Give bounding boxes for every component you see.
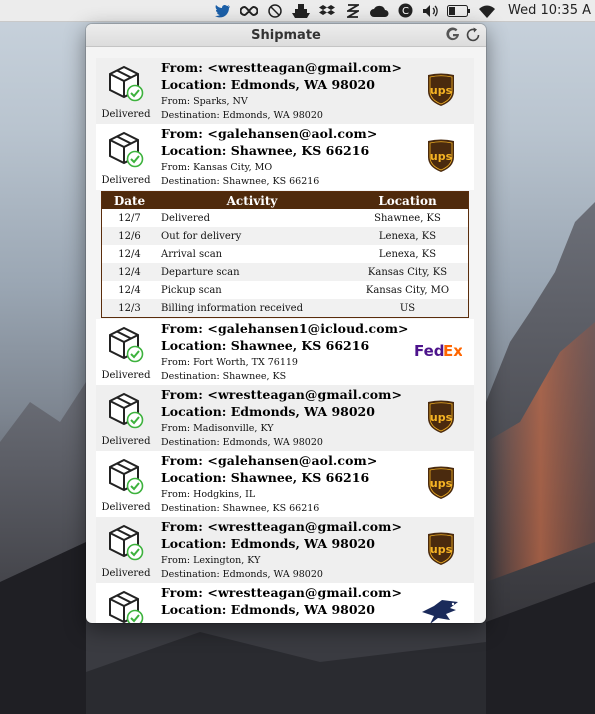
svg-text:Fed: Fed — [414, 342, 445, 360]
status-label: Delivered — [101, 436, 151, 447]
refresh-icon[interactable] — [464, 26, 482, 44]
tracking-date: 12/4 — [118, 248, 141, 260]
menubar-clock[interactable]: Wed 10:35 A — [500, 3, 595, 18]
tracking-location: US — [399, 302, 416, 314]
package-destination: Destination: Edmonds, WA 98020 — [161, 110, 323, 121]
package-status: Delivered — [96, 319, 156, 385]
delivered-box-icon — [109, 326, 144, 363]
c-circle-icon[interactable]: C — [392, 0, 418, 22]
tracking-row: 12/6 Out for delivery Lenexa, KS — [102, 227, 468, 245]
package-item[interactable]: Delivered From: <wrestteagan@gmail.com> … — [96, 517, 474, 583]
delivered-box-icon — [109, 458, 144, 495]
window-title: Shipmate — [251, 27, 321, 43]
package-item[interactable]: Delivered From: <wrestteagan@gmail.com> … — [96, 385, 474, 451]
delivered-box-icon — [109, 392, 144, 429]
tracking-activity: Pickup scan — [161, 284, 222, 296]
delivered-box-icon — [109, 131, 144, 168]
status-label: Delivered — [101, 502, 151, 513]
tracking-activity: Delivered — [161, 212, 210, 224]
usps-eagle-logo-icon — [420, 597, 460, 623]
status-label: Delivered — [101, 370, 151, 381]
tracking-activity: Departure scan — [161, 266, 240, 278]
tracking-table: Date Activity Location 12/7 Delivered Sh… — [101, 191, 469, 318]
package-status: Delivered — [96, 124, 156, 190]
column-header-date: Date — [113, 193, 146, 208]
tracking-row: 12/4 Departure scan Kansas City, KS — [102, 263, 468, 281]
package-item[interactable]: Delivered From: <wrestteagan@gmail.com> … — [96, 58, 474, 124]
svg-text:C: C — [402, 6, 409, 17]
package-item[interactable]: Delivered From: <galehansen@aol.com> Loc… — [96, 124, 474, 190]
package-item[interactable]: Delivered From: <galehansen1@icloud.com>… — [96, 319, 474, 385]
tracking-activity: Out for delivery — [161, 230, 242, 242]
package-destination: Destination: Shawnee, KS 66216 — [161, 503, 320, 514]
tracking-date: 12/6 — [118, 230, 141, 242]
dropbox-icon[interactable] — [314, 0, 340, 22]
ups-logo-icon: ups — [422, 531, 460, 567]
tracking-date: 12/4 — [118, 266, 141, 278]
volume-icon[interactable] — [418, 0, 444, 22]
tracking-row: 12/3 Billing information received US — [102, 299, 468, 317]
delivered-box-icon — [109, 590, 144, 623]
battery-icon[interactable] — [444, 0, 474, 22]
tracking-activity: Billing information received — [161, 302, 303, 314]
status-label: Delivered — [101, 568, 151, 579]
status-label: Delivered — [101, 175, 151, 186]
tracking-date: 12/3 — [118, 302, 141, 314]
tracking-location: Lenexa, KS — [378, 248, 437, 260]
tracking-row: 12/4 Pickup scan Kansas City, MO — [102, 281, 468, 299]
column-header-location: Location — [378, 193, 437, 208]
ups-logo-icon: ups — [422, 72, 460, 108]
package-status: Delivered — [96, 385, 156, 451]
tracking-location: Lenexa, KS — [378, 230, 437, 242]
infinity-icon[interactable] — [236, 0, 262, 22]
tracking-activity: Arrival scan — [161, 248, 223, 260]
ups-logo-icon: ups — [422, 465, 460, 501]
tracking-row: 12/4 Arrival scan Lenexa, KS — [102, 245, 468, 263]
status-label: Delivered — [101, 109, 151, 120]
package-status: Delivered — [96, 58, 156, 124]
ups-logo-icon: ups — [422, 399, 460, 435]
package-status: Delivered — [96, 451, 156, 517]
svg-text:ups: ups — [430, 477, 453, 490]
svg-text:Ex: Ex — [443, 342, 462, 360]
tracking-location: Shawnee, KS — [374, 212, 441, 224]
tracking-table-header: Date Activity Location — [102, 192, 468, 209]
package-destination: Destination: Shawnee, KS — [161, 371, 287, 382]
package-destination: Destination: Shawnee, KS 66216 — [161, 176, 320, 187]
pen-icon[interactable] — [340, 0, 366, 22]
ups-logo-icon: ups — [422, 138, 460, 174]
fedex-logo-icon: Fed Ex — [414, 333, 462, 369]
delivered-box-icon — [109, 524, 144, 561]
window-titlebar: Shipmate — [86, 24, 486, 47]
tracking-date: 12/7 — [118, 212, 141, 224]
shipmate-window: Shipmate Delivered From: <wrestteagan@gm… — [86, 24, 486, 623]
no-entry-icon[interactable] — [262, 0, 288, 22]
package-destination: Destination: Edmonds, WA 98020 — [161, 437, 323, 448]
package-item[interactable]: From: <wrestteagan@gmail.com> Location: … — [96, 583, 474, 623]
svg-text:ups: ups — [430, 543, 453, 556]
svg-text:ups: ups — [430, 84, 453, 97]
ship-icon[interactable] — [288, 0, 314, 22]
google-icon[interactable] — [444, 26, 462, 44]
svg-text:ups: ups — [430, 411, 453, 424]
tracking-location: Kansas City, KS — [367, 266, 448, 278]
package-list[interactable]: Delivered From: <wrestteagan@gmail.com> … — [96, 58, 474, 623]
menu-bar: C Wed 10:35 A — [0, 0, 595, 22]
tracking-date: 12/4 — [118, 284, 141, 296]
cloud-icon[interactable] — [366, 0, 392, 22]
delivered-box-icon — [109, 65, 144, 102]
twitter-icon[interactable] — [210, 0, 236, 22]
column-header-activity: Activity — [226, 193, 278, 208]
svg-text:ups: ups — [430, 150, 453, 163]
package-status — [96, 583, 156, 623]
tracking-row: 12/7 Delivered Shawnee, KS — [102, 209, 468, 227]
tracking-location: Kansas City, MO — [365, 284, 450, 296]
wifi-icon[interactable] — [474, 0, 500, 22]
package-item[interactable]: Delivered From: <galehansen@aol.com> Loc… — [96, 451, 474, 517]
package-destination: Destination: Edmonds, WA 98020 — [161, 569, 323, 580]
package-status: Delivered — [96, 517, 156, 583]
